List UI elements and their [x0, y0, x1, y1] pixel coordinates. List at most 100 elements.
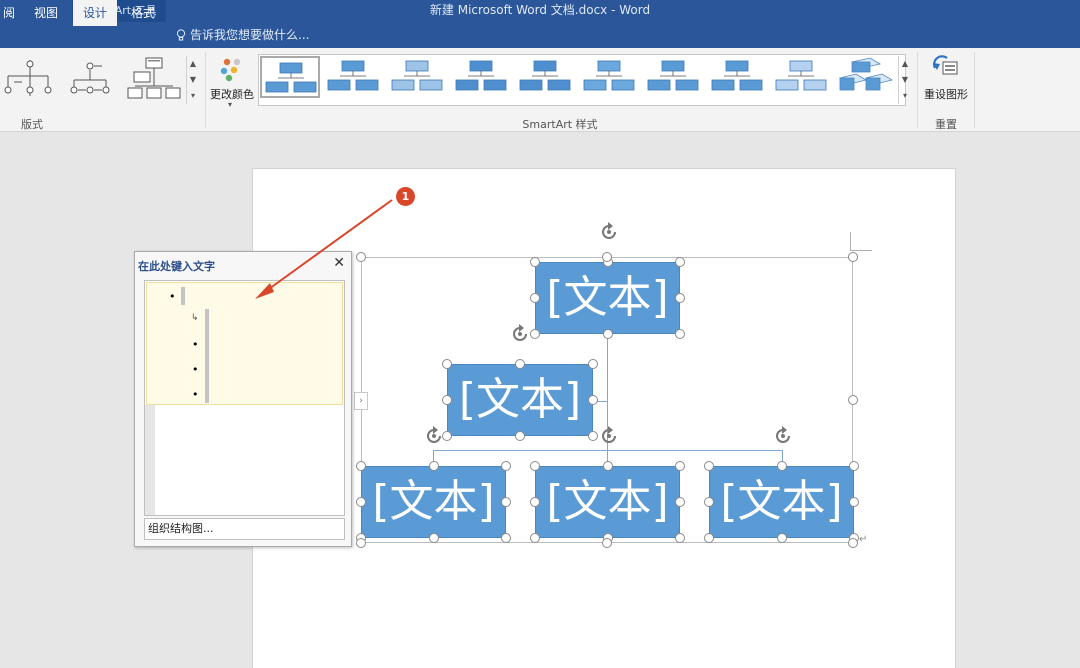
smartart-child-shape[interactable]: [文本]	[709, 466, 854, 538]
smartart-child-shape[interactable]: [文本]	[535, 466, 680, 538]
layout-hierarchy-2[interactable]	[62, 56, 118, 104]
assistant-marker-icon: ↳	[191, 313, 199, 323]
resize-handle[interactable]	[675, 293, 685, 303]
bullet-level2: •	[192, 388, 199, 401]
tab-design[interactable]: 设计	[73, 0, 117, 26]
text-pane-toggle-button[interactable]: ›	[354, 392, 368, 410]
tab-format[interactable]: 格式	[121, 0, 165, 26]
lightbulb-icon	[176, 29, 186, 41]
resize-handle[interactable]	[530, 293, 540, 303]
resize-handle[interactable]	[428, 533, 439, 543]
chevron-down-icon: ▾	[228, 100, 233, 109]
text-cursor	[205, 309, 209, 403]
resize-handle[interactable]	[776, 533, 787, 543]
resize-handle[interactable]	[442, 395, 452, 405]
rotate-handle-icon[interactable]	[509, 323, 531, 345]
resize-handle[interactable]	[530, 533, 540, 543]
bullet-level2: •	[192, 338, 199, 351]
rotate-handle-icon[interactable]	[598, 221, 620, 243]
tell-me-search[interactable]: 告诉我您想要做什么...	[176, 22, 309, 48]
group-divider	[917, 52, 918, 128]
group-divider	[974, 52, 975, 128]
resize-handle[interactable]	[530, 497, 540, 507]
resize-handle[interactable]	[602, 461, 613, 471]
text-pane-title: 在此处键入文字	[138, 260, 215, 273]
resize-handle[interactable]	[515, 359, 525, 369]
resize-handle[interactable]	[675, 257, 685, 267]
text-pane-gutter	[145, 405, 155, 515]
resize-handle[interactable]	[704, 461, 714, 471]
paragraph-mark-icon: ↵	[859, 534, 868, 545]
resize-handle[interactable]	[849, 461, 859, 471]
resize-handle[interactable]	[588, 359, 598, 369]
smartart-style-option[interactable]	[772, 56, 832, 98]
reset-graphic-icon	[933, 55, 958, 75]
styles-gallery-scroll[interactable]: ▲ ▼ ▾	[898, 56, 911, 104]
layout-gallery-scroll[interactable]: ▲ ▼ ▾	[186, 56, 199, 104]
smartart-top-shape[interactable]: [文本]	[535, 262, 680, 334]
resize-handle[interactable]	[588, 395, 598, 405]
resize-handle[interactable]	[675, 533, 685, 543]
smartart-style-option[interactable]	[452, 56, 512, 98]
bullet-level2: •	[192, 363, 199, 376]
resize-handle[interactable]	[428, 461, 439, 471]
resize-handle[interactable]	[501, 533, 511, 543]
smartart-style-option[interactable]	[260, 56, 320, 98]
rotate-handle-icon[interactable]	[772, 425, 794, 447]
reset-graphic-label: 重设图形	[924, 88, 968, 101]
resize-handle[interactable]	[530, 257, 540, 267]
smartart-style-option[interactable]	[644, 56, 704, 98]
layout-org-chart[interactable]	[126, 56, 182, 104]
text-pane-footer-link[interactable]: 组织结构图...	[144, 518, 345, 540]
resize-handle[interactable]	[588, 431, 598, 441]
smartart-assistant-shape[interactable]: [文本]	[447, 364, 593, 436]
smartart-style-option[interactable]	[516, 56, 576, 98]
resize-handle[interactable]	[442, 359, 452, 369]
group-label-layouts: 版式	[21, 118, 43, 131]
resize-handle[interactable]	[675, 497, 685, 507]
resize-handle[interactable]	[848, 252, 858, 262]
palette-icon	[220, 58, 241, 82]
resize-handle[interactable]	[602, 538, 612, 548]
bullet-level1: •	[169, 290, 176, 303]
tab-review[interactable]: 阅	[0, 0, 18, 26]
margin-marker	[850, 232, 851, 250]
rotate-handle-icon[interactable]	[423, 425, 445, 447]
smartart-child-shape[interactable]: [文本]	[361, 466, 506, 538]
group-divider	[205, 52, 206, 128]
smartart-style-option[interactable]	[324, 56, 384, 98]
resize-handle[interactable]	[356, 538, 366, 548]
resize-handle[interactable]	[849, 497, 859, 507]
resize-handle[interactable]	[530, 461, 540, 471]
smartart-style-option[interactable]	[580, 56, 640, 98]
smartart-style-option-3d[interactable]	[836, 56, 896, 98]
resize-handle[interactable]	[356, 497, 366, 507]
resize-handle[interactable]	[501, 497, 511, 507]
group-label-reset: 重置	[935, 118, 957, 131]
annotation-badge: 1	[396, 187, 415, 206]
resize-handle[interactable]	[776, 461, 787, 471]
reset-graphic-button[interactable]: 重设图形	[920, 52, 972, 104]
resize-handle[interactable]	[602, 252, 612, 262]
resize-handle[interactable]	[675, 329, 685, 339]
resize-handle[interactable]	[602, 329, 613, 339]
margin-marker	[850, 250, 872, 251]
resize-handle[interactable]	[848, 395, 858, 405]
tab-view[interactable]: 视图	[24, 0, 68, 26]
resize-handle[interactable]	[530, 329, 540, 339]
change-colors-button[interactable]: 更改颜色 ▾	[209, 54, 255, 110]
resize-handle[interactable]	[704, 533, 714, 543]
group-label-smartart-styles: SmartArt 样式	[522, 118, 598, 131]
resize-handle[interactable]	[356, 461, 366, 471]
rotate-handle-icon[interactable]	[598, 425, 620, 447]
resize-handle[interactable]	[515, 431, 525, 441]
resize-handle[interactable]	[848, 538, 858, 548]
text-pane-input-area[interactable]: • ↳ • • •	[144, 280, 345, 516]
resize-handle[interactable]	[704, 497, 714, 507]
connector-line	[433, 450, 782, 451]
smartart-style-option[interactable]	[708, 56, 768, 98]
resize-handle[interactable]	[675, 461, 685, 471]
smartart-style-option[interactable]	[388, 56, 448, 98]
layout-hierarchy-1[interactable]	[0, 56, 56, 104]
resize-handle[interactable]	[501, 461, 511, 471]
